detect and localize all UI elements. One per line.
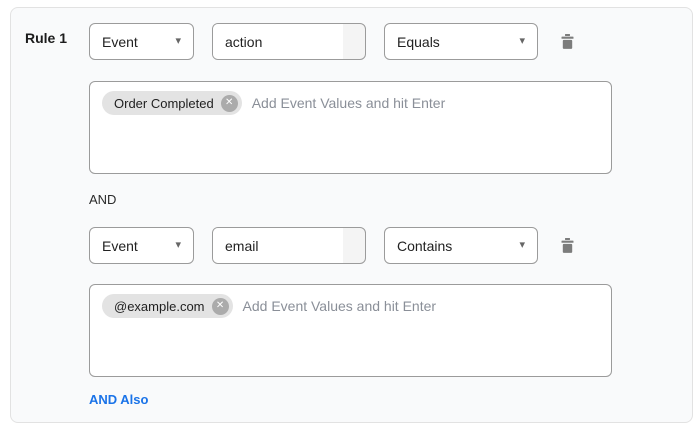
property-input[interactable]: [213, 228, 343, 263]
chevron-down-icon: ▾: [169, 36, 181, 47]
property-input-wrap: [212, 227, 366, 264]
and-also-link[interactable]: AND Also: [89, 392, 148, 407]
value-chip: @example.com ✕: [102, 294, 233, 318]
event-type-select[interactable]: Event ▾: [89, 23, 194, 60]
operator-select[interactable]: Equals ▾: [384, 23, 538, 60]
trash-icon: [561, 34, 574, 49]
chip-remove-button[interactable]: ✕: [212, 298, 229, 315]
values-tag-input[interactable]: Order Completed ✕ Add Event Values and h…: [89, 81, 612, 174]
chevron-down-icon: ▾: [169, 240, 181, 251]
property-input-wrap: [212, 23, 366, 60]
trash-icon: [561, 238, 574, 253]
conjunction-label: AND: [89, 192, 116, 207]
chip-remove-button[interactable]: ✕: [221, 95, 238, 112]
delete-condition-button[interactable]: [561, 238, 574, 253]
close-icon: ✕: [225, 98, 233, 108]
operator-select-value: Contains: [397, 238, 452, 254]
values-placeholder: Add Event Values and hit Enter: [243, 294, 437, 318]
operator-select[interactable]: Contains ▾: [384, 227, 538, 264]
event-type-select-value: Event: [102, 34, 138, 50]
property-input[interactable]: [213, 24, 343, 59]
chevron-down-icon: ▾: [513, 240, 525, 251]
event-type-select-value: Event: [102, 238, 138, 254]
values-tag-input[interactable]: @example.com ✕ Add Event Values and hit …: [89, 284, 612, 377]
operator-select-value: Equals: [397, 34, 440, 50]
delete-condition-button[interactable]: [561, 34, 574, 49]
close-icon: ✕: [216, 301, 224, 311]
event-type-select[interactable]: Event ▾: [89, 227, 194, 264]
chevron-down-icon: ▾: [513, 36, 525, 47]
value-chip-label: Order Completed: [114, 96, 214, 111]
values-placeholder: Add Event Values and hit Enter: [252, 91, 446, 115]
condition-row-1: Event ▾ Equals ▾: [89, 23, 574, 60]
value-chip: Order Completed ✕: [102, 91, 242, 115]
rule-title: Rule 1: [25, 30, 67, 46]
value-chip-label: @example.com: [114, 299, 205, 314]
rule-card: Rule 1 Event ▾ Equals ▾ Order Completed …: [10, 7, 693, 423]
condition-row-2: Event ▾ Contains ▾: [89, 227, 574, 264]
